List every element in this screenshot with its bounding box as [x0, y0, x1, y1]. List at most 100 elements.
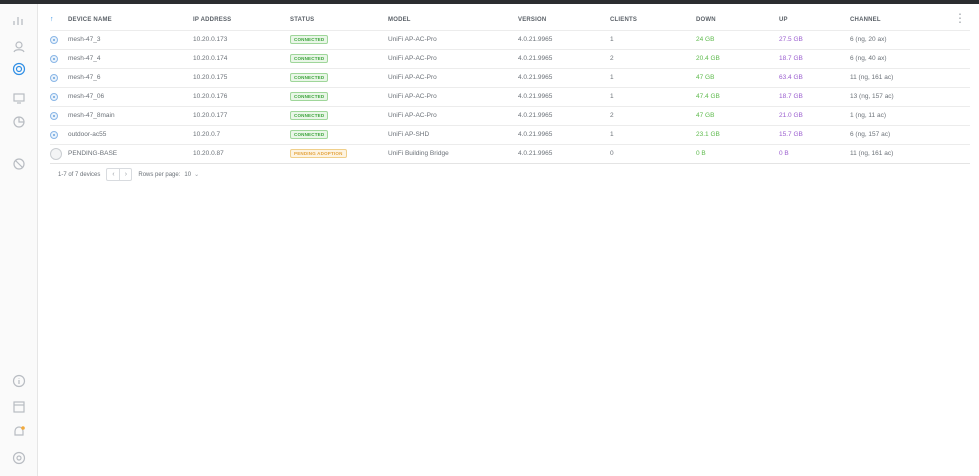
table-row[interactable]: mesh-47_8main 10.20.0.177 CONNECTED UniF…: [50, 105, 970, 125]
table-row[interactable]: outdoor-ac55 10.20.0.7 CONNECTED UniFi A…: [50, 124, 970, 144]
channel: 6 (ng, 40 ax): [850, 48, 970, 68]
upload-value: 18.7 GB: [779, 48, 850, 68]
access-point-icon: [50, 92, 58, 101]
version: 4.0.21.9965: [518, 48, 610, 68]
channel: 13 (ng, 157 ac): [850, 86, 970, 106]
ip-address: 10.20.0.174: [193, 48, 290, 68]
model: UniFi AP-AC-Pro: [388, 29, 518, 49]
download-value: 47.4 GB: [696, 86, 779, 106]
clients-count: 2: [610, 105, 696, 125]
settings-icon[interactable]: [11, 450, 27, 466]
device-name[interactable]: outdoor-ac55: [68, 124, 193, 144]
table-header-row: ↑ DEVICE NAME IP ADDRESS STATUS MODEL VE…: [50, 10, 970, 30]
rows-per-page-label: Rows per page:: [138, 171, 181, 178]
clients-count: 1: [610, 124, 696, 144]
upload-value: 0 B: [779, 143, 850, 164]
status-badge: CONNECTED: [290, 92, 329, 101]
header-down[interactable]: DOWN: [696, 10, 779, 30]
device-name[interactable]: mesh-47_6: [68, 67, 193, 87]
header-up[interactable]: UP: [779, 10, 850, 30]
rows-per-page-select[interactable]: 10 ⌄: [184, 171, 200, 179]
channel: 6 (ng, 157 ac): [850, 124, 970, 144]
header-device-name[interactable]: DEVICE NAME: [68, 10, 193, 30]
next-page-button[interactable]: ›: [119, 169, 131, 180]
chart-icon[interactable]: [11, 12, 27, 28]
version: 4.0.21.9965: [518, 105, 610, 125]
header-channel[interactable]: CHANNEL: [850, 10, 970, 30]
map-icon[interactable]: [11, 38, 27, 54]
status-badge: CONNECTED: [290, 73, 329, 82]
status-badge: CONNECTED: [290, 35, 329, 44]
device-name[interactable]: mesh-47_4: [68, 48, 193, 68]
model: UniFi AP-AC-Pro: [388, 67, 518, 87]
header-version[interactable]: VERSION: [518, 10, 610, 30]
table-row[interactable]: mesh-47_6 10.20.0.175 CONNECTED UniFi AP…: [50, 67, 970, 87]
model: UniFi AP-AC-Pro: [388, 48, 518, 68]
download-value: 47 GB: [696, 67, 779, 87]
version: 4.0.21.9965: [518, 29, 610, 49]
sort-indicator-icon[interactable]: ↑: [50, 10, 68, 30]
header-clients[interactable]: CLIENTS: [610, 10, 696, 30]
model: UniFi Building Bridge: [388, 143, 518, 164]
pagination-buttons: ‹ ›: [106, 168, 133, 181]
devices-panel: ⋮ ↑ DEVICE NAME IP ADDRESS STATUS MODEL …: [38, 4, 979, 476]
ip-address: 10.20.0.173: [193, 29, 290, 49]
version: 4.0.21.9965: [518, 86, 610, 106]
model: UniFi AP-SHD: [388, 124, 518, 144]
clients-count: 0: [610, 143, 696, 164]
download-value: 47 GB: [696, 105, 779, 125]
ip-address: 10.20.0.87: [193, 143, 290, 164]
access-point-icon: [50, 73, 58, 82]
access-point-icon: [50, 54, 58, 63]
access-point-icon: [50, 111, 58, 120]
version: 4.0.21.9965: [518, 143, 610, 164]
access-point-icon: [50, 130, 58, 139]
upload-value: 21.0 GB: [779, 105, 850, 125]
device-name[interactable]: mesh-47_3: [68, 29, 193, 49]
status-badge: PENDING ADOPTION: [290, 149, 347, 158]
status-badge: CONNECTED: [290, 111, 329, 120]
chevron-down-icon: ⌄: [194, 172, 200, 178]
clients-count: 1: [610, 67, 696, 87]
insights-icon[interactable]: [11, 114, 27, 130]
channel: 11 (ng, 161 ac): [850, 143, 970, 164]
events-icon[interactable]: [11, 399, 27, 415]
model: UniFi AP-AC-Pro: [388, 86, 518, 106]
model: UniFi AP-AC-Pro: [388, 105, 518, 125]
shield-icon[interactable]: [11, 156, 27, 172]
ip-address: 10.20.0.175: [193, 67, 290, 87]
clients-count: 2: [610, 48, 696, 68]
header-status[interactable]: STATUS: [290, 10, 388, 30]
table-row[interactable]: mesh-47_3 10.20.0.173 CONNECTED UniFi AP…: [50, 29, 970, 49]
table-row[interactable]: mesh-47_4 10.20.0.174 CONNECTED UniFi AP…: [50, 48, 970, 68]
access-point-icon: [50, 35, 58, 44]
alerts-icon[interactable]: [11, 424, 27, 440]
device-name[interactable]: PENDING-BASE: [68, 143, 193, 164]
device-name[interactable]: mesh-47_06: [68, 86, 193, 106]
table-row[interactable]: PENDING-BASE 10.20.0.87 PENDING ADOPTION…: [50, 143, 970, 164]
info-icon[interactable]: [11, 373, 27, 389]
channel: 6 (ng, 20 ax): [850, 29, 970, 49]
download-value: 20.4 GB: [696, 48, 779, 68]
version: 4.0.21.9965: [518, 124, 610, 144]
header-ip-address[interactable]: IP ADDRESS: [193, 10, 290, 30]
ip-address: 10.20.0.7: [193, 124, 290, 144]
download-value: 0 B: [696, 143, 779, 164]
bridge-device-icon: [50, 147, 62, 160]
devices-icon[interactable]: [11, 61, 27, 77]
upload-value: 27.5 GB: [779, 29, 850, 49]
table-row[interactable]: mesh-47_06 10.20.0.176 CONNECTED UniFi A…: [50, 86, 970, 106]
upload-value: 18.7 GB: [779, 86, 850, 106]
header-model[interactable]: MODEL: [388, 10, 518, 30]
clients-count: 1: [610, 29, 696, 49]
rows-per-page-value: 10: [184, 171, 192, 178]
upload-value: 15.7 GB: [779, 124, 850, 144]
clients-icon[interactable]: [11, 90, 27, 106]
device-name[interactable]: mesh-47_8main: [68, 105, 193, 125]
pagination: 1-7 of 7 devices ‹ › Rows per page: 10 ⌄: [58, 168, 199, 181]
channel: 11 (ng, 161 ac): [850, 67, 970, 87]
download-value: 23.1 GB: [696, 124, 779, 144]
devices-table: ↑ DEVICE NAME IP ADDRESS STATUS MODEL VE…: [50, 10, 970, 164]
previous-page-button[interactable]: ‹: [107, 169, 119, 180]
status-badge: CONNECTED: [290, 54, 329, 63]
